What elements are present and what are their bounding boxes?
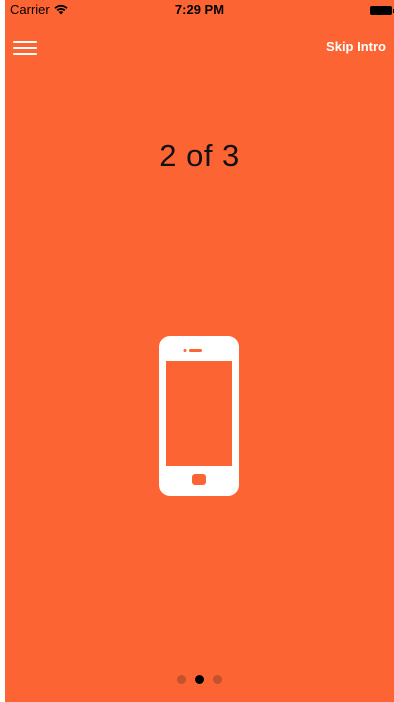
hamburger-line xyxy=(13,53,37,55)
page-dot[interactable] xyxy=(195,675,204,684)
step-title: 2 of 3 xyxy=(159,138,240,173)
status-time: 7:29 PM xyxy=(174,2,225,17)
hamburger-line xyxy=(13,41,37,43)
smartphone-icon xyxy=(159,336,239,496)
page-dot[interactable] xyxy=(213,675,222,684)
intro-page: Carrier 7:29 PM Skip Intro 2 of 3 xyxy=(5,0,394,702)
hamburger-menu-icon[interactable] xyxy=(13,38,37,58)
page-dot[interactable] xyxy=(177,675,186,684)
hamburger-line xyxy=(13,47,37,49)
intro-screen: Carrier 7:29 PM Skip Intro 2 of 3 xyxy=(5,0,394,702)
status-bar: Carrier 7:29 PM xyxy=(5,0,394,20)
page-indicator[interactable] xyxy=(5,675,394,684)
battery-icon xyxy=(370,6,394,15)
skip-intro-button[interactable]: Skip Intro xyxy=(326,39,386,54)
